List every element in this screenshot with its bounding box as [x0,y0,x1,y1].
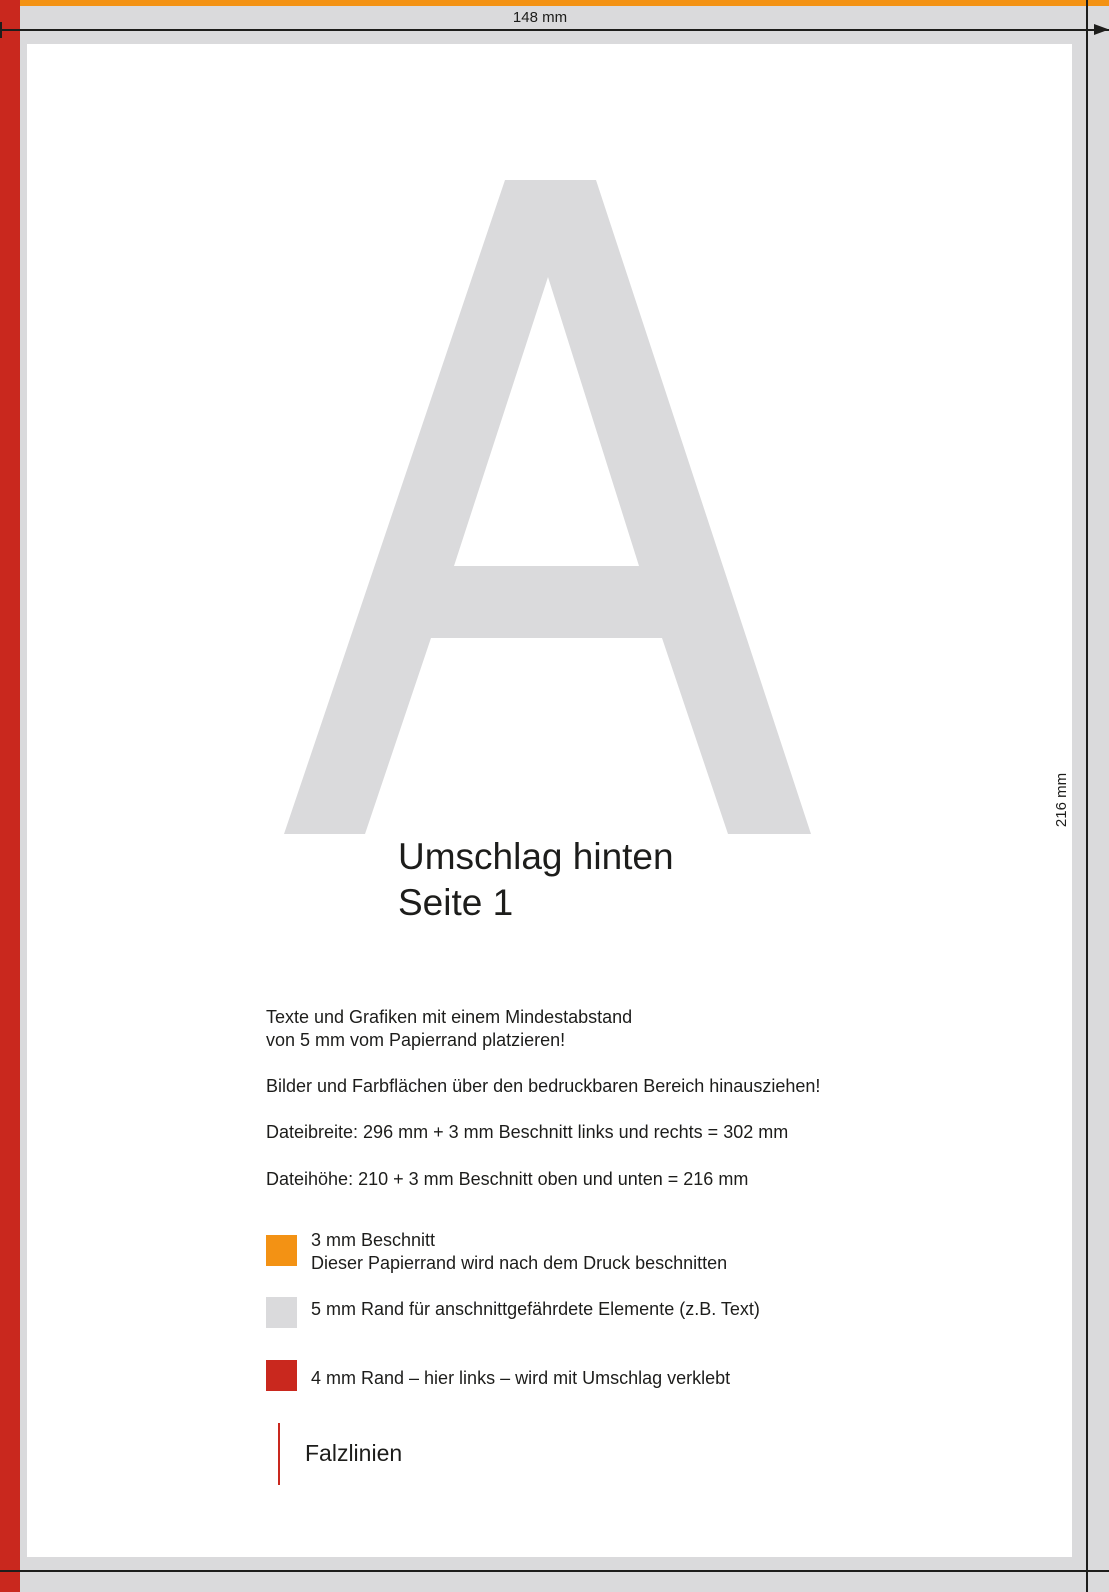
file-width-info: Dateibreite: 296 mm + 3 mm Beschnitt lin… [266,1122,789,1142]
glue-margin-swatch [266,1360,297,1391]
bleed-swatch [266,1235,297,1266]
height-dimension-line [1086,0,1088,1592]
fold-line-sample [278,1423,280,1485]
bleed-legend-title: 3 mm Beschnitt [311,1230,436,1250]
glue-margin-legend: 4 mm Rand – hier links – wird mit Umschl… [311,1368,731,1388]
fold-lines-legend: Falzlinien [305,1440,403,1466]
dimension-tick-left [0,22,2,38]
images-instruction: Bilder und Farbflächen über den bedruckb… [266,1076,821,1096]
placement-instruction: Texte und Grafiken mit einem Mindestabst… [266,1006,632,1052]
placeholder-letter-a [284,180,811,834]
bleed-legend: 3 mm Beschnitt Dieser Papierrand wird na… [311,1229,727,1275]
placement-instruction-line-1: Texte und Grafiken mit einem Mindestabst… [266,1007,633,1027]
page-title-line-1: Umschlag hinten [398,836,674,877]
page-title: Umschlag hinten Seite 1 [398,834,674,926]
page-title-line-2: Seite 1 [398,882,514,923]
placeholder-letter-graphic [284,180,811,834]
width-dimension-label: 148 mm [512,9,568,26]
file-height-info: Dateihöhe: 210 + 3 mm Beschnitt oben und… [266,1169,749,1189]
width-dimension-line [0,29,1109,31]
bottom-trim-line [0,1570,1109,1572]
safe-margin-legend: 5 mm Rand für anschnittgefährdete Elemen… [311,1299,760,1319]
placement-instruction-line-2: von 5 mm vom Papierrand platzieren! [266,1030,566,1050]
safe-margin-swatch [266,1297,297,1328]
bleed-legend-description: Dieser Papierrand wird nach dem Druck be… [311,1253,728,1273]
height-dimension-label: 216 mm [1053,772,1070,828]
arrow-right-icon [1094,24,1109,35]
